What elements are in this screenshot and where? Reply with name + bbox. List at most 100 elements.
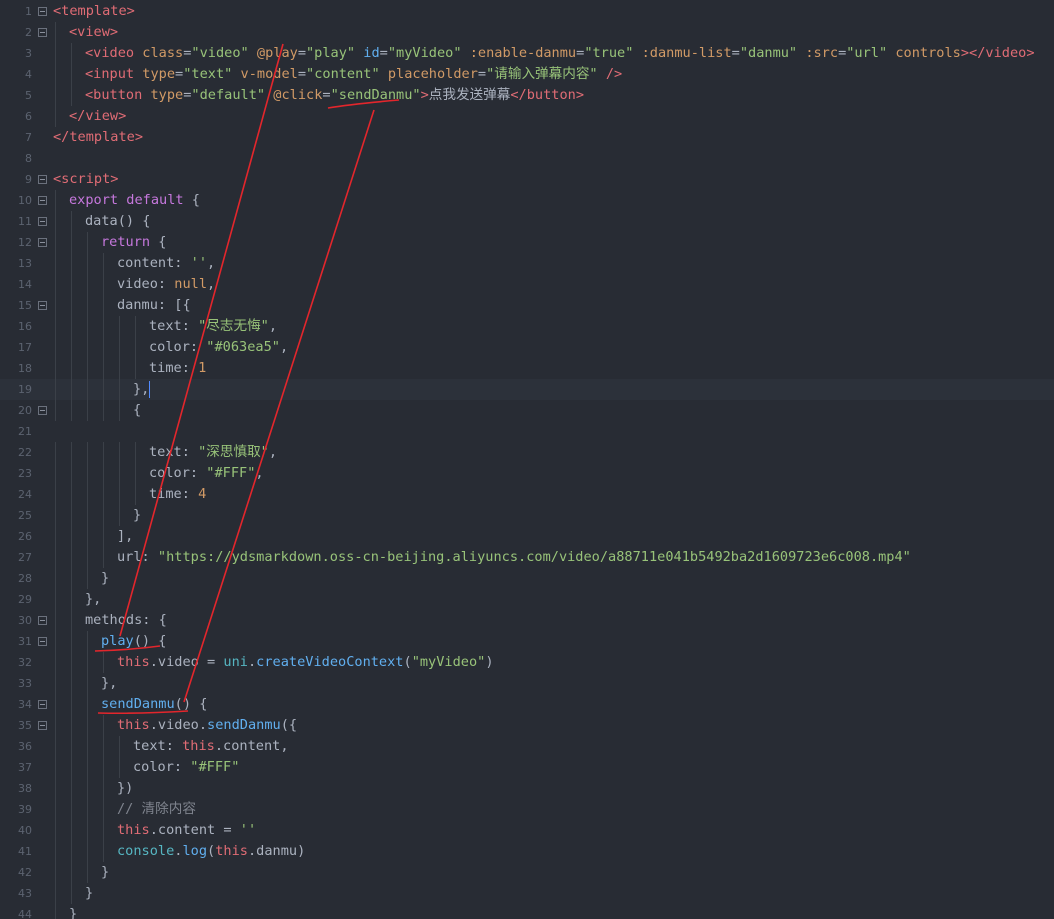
code-token: ''	[239, 822, 257, 838]
code-token: sendDanmu	[207, 717, 281, 733]
code-line[interactable]: 40 this.content = ''	[0, 820, 1054, 841]
indent-guide	[103, 295, 104, 316]
code-line[interactable]: 35 this.video.sendDanmu({	[0, 715, 1054, 736]
indent-guide	[55, 820, 56, 841]
code-line[interactable]: 4 <input type="text" v-model="content" pl…	[0, 64, 1054, 85]
code-line[interactable]: 43}	[0, 883, 1054, 904]
indent-guide	[87, 316, 88, 337]
line-number: 34	[18, 698, 32, 711]
fold-toggle-icon[interactable]	[38, 721, 47, 730]
code-line[interactable]: 9 <script>	[0, 169, 1054, 190]
code-line[interactable]: 42}	[0, 862, 1054, 883]
code-text: <button type="default" @click="sendDanmu…	[85, 85, 584, 106]
indent-guide	[71, 253, 72, 274]
code-token: }	[69, 906, 78, 919]
code-line[interactable]: 28}	[0, 568, 1054, 589]
code-line[interactable]: 24 time: 4	[0, 484, 1054, 505]
fold-toggle-icon[interactable]	[38, 301, 47, 310]
code-line[interactable]: 15 danmu: [{	[0, 295, 1054, 316]
code-token: }	[85, 885, 94, 901]
code-line[interactable]: 38})	[0, 778, 1054, 799]
code-text: ],	[117, 526, 133, 547]
indent-guide	[55, 22, 56, 43]
code-line[interactable]: 23 color: "#FFF",	[0, 463, 1054, 484]
fold-toggle-icon[interactable]	[38, 196, 47, 205]
code-token: :src	[805, 45, 839, 61]
code-token: text:	[149, 444, 199, 460]
fold-toggle-icon[interactable]	[38, 238, 47, 247]
code-line[interactable]: 34 sendDanmu() {	[0, 694, 1054, 715]
code-line[interactable]: 21	[0, 421, 1054, 442]
code-line[interactable]: 44}	[0, 904, 1054, 919]
code-line[interactable]: 19},	[0, 379, 1054, 400]
code-token: .content,	[214, 738, 289, 754]
code-line[interactable]: 39 // 清除内容	[0, 799, 1054, 820]
code-text: })	[117, 778, 133, 799]
code-line[interactable]: 7 </template>	[0, 127, 1054, 148]
code-line[interactable]: 31 play() {	[0, 631, 1054, 652]
indent-guide	[71, 610, 72, 631]
indent-guide	[87, 253, 88, 274]
code-line[interactable]: 37 color: "#FFF"	[0, 757, 1054, 778]
code-line[interactable]: 22 text: "深思慎取",	[0, 442, 1054, 463]
code-line[interactable]: 6 </view>	[0, 106, 1054, 127]
code-line[interactable]: 14 video: null,	[0, 274, 1054, 295]
code-text: console.log(this.danmu)	[117, 841, 305, 862]
code-text: time: 1	[149, 358, 206, 379]
code-token: null	[174, 276, 208, 292]
fold-toggle-icon[interactable]	[38, 637, 47, 646]
code-text: }	[69, 904, 77, 919]
indent-guide	[55, 736, 56, 757]
indent-guide	[55, 673, 56, 694]
indent-guide	[103, 715, 104, 736]
fold-toggle-icon[interactable]	[38, 217, 47, 226]
code-token: "myVideo"	[411, 654, 486, 670]
line-number: 6	[25, 110, 32, 123]
code-editor[interactable]: 1 <template> 2 <view> 3 <video class="video" …	[0, 0, 1054, 919]
code-line[interactable]: 17 color: "#063ea5",	[0, 337, 1054, 358]
code-line[interactable]: 26],	[0, 526, 1054, 547]
code-line[interactable]: 30 methods: {	[0, 610, 1054, 631]
code-line[interactable]: 27 url: "https://ydsmarkdown.oss-cn-beiji…	[0, 547, 1054, 568]
code-text: },	[101, 673, 117, 694]
line-number: 29	[18, 593, 32, 606]
indent-guide	[71, 316, 72, 337]
code-line[interactable]: 2 <view>	[0, 22, 1054, 43]
code-line[interactable]: 16 text: "尽志无悔",	[0, 316, 1054, 337]
code-line[interactable]: 20 {	[0, 400, 1054, 421]
fold-toggle-icon[interactable]	[38, 616, 47, 625]
code-token: time:	[149, 486, 199, 502]
code-line[interactable]: 8	[0, 148, 1054, 169]
indent-guide	[103, 316, 104, 337]
code-line[interactable]: 3 <video class="video" @play="play" id="m…	[0, 43, 1054, 64]
fold-toggle-icon[interactable]	[38, 7, 47, 16]
indent-guide	[71, 631, 72, 652]
code-text: export default {	[69, 190, 200, 211]
code-line[interactable]: 32 this.video = uni.createVideoContext("m…	[0, 652, 1054, 673]
code-line[interactable]: 13 content: '',	[0, 253, 1054, 274]
code-line[interactable]: 18 time: 1	[0, 358, 1054, 379]
code-line[interactable]: 1 <template>	[0, 1, 1054, 22]
code-line[interactable]: 10 export default {	[0, 190, 1054, 211]
fold-toggle-icon[interactable]	[38, 28, 47, 37]
line-number: 21	[18, 425, 32, 438]
code-line[interactable]: 25}	[0, 505, 1054, 526]
code-line[interactable]: 12 return {	[0, 232, 1054, 253]
line-number: 20	[18, 404, 32, 417]
code-line[interactable]: 41 console.log(this.danmu)	[0, 841, 1054, 862]
code-line[interactable]: 5 <button type="default" @click="sendDanm…	[0, 85, 1054, 106]
code-token: </view>	[69, 108, 127, 124]
fold-toggle-icon[interactable]	[38, 175, 47, 184]
code-text: url: "https://ydsmarkdown.oss-cn-beijing…	[117, 547, 911, 568]
fold-toggle-icon[interactable]	[38, 700, 47, 709]
code-line[interactable]: 29},	[0, 589, 1054, 610]
code-line[interactable]: 33},	[0, 673, 1054, 694]
indent-guide	[55, 757, 56, 778]
code-token: time:	[149, 360, 199, 376]
code-line[interactable]: 36 text: this.content,	[0, 736, 1054, 757]
fold-toggle-icon[interactable]	[38, 406, 47, 415]
indent-guide	[71, 505, 72, 526]
code-text: },	[133, 379, 151, 400]
code-token: type	[150, 87, 184, 103]
code-line[interactable]: 11 data() {	[0, 211, 1054, 232]
